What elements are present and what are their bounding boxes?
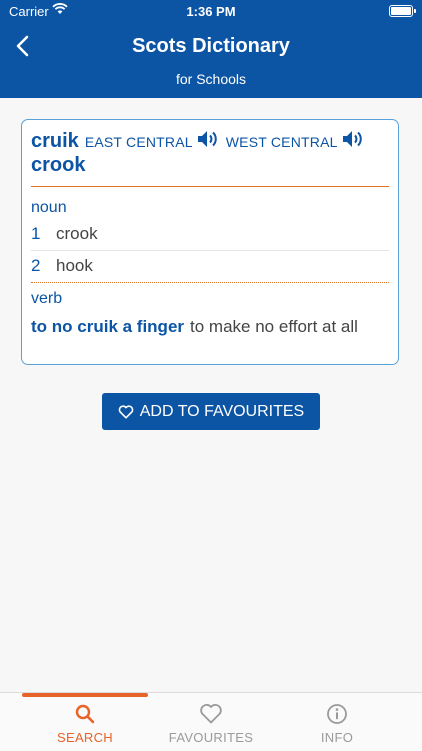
- tab-info-label: INFO: [320, 730, 354, 745]
- tab-bar: SEARCH FAVOURITES INFO: [0, 692, 422, 751]
- tab-search-label: SEARCH: [57, 730, 113, 745]
- tab-favourites[interactable]: FAVOURITES: [141, 703, 281, 745]
- app-header: Carrier 1:36 PM Scots Dictionary for Sch…: [0, 0, 422, 98]
- status-time: 1:36 PM: [186, 4, 236, 19]
- add-to-favourites-button[interactable]: ADD TO FAVOURITES: [102, 393, 320, 430]
- sense-gloss: hook: [56, 256, 93, 275]
- phrase-text: to no cruik a finger: [31, 317, 185, 336]
- active-tab-indicator: [22, 693, 148, 697]
- entry-card: cruik EAST CENTRAL WEST CENTRAL crook noun…: [21, 119, 399, 365]
- region-west-central: WEST CENTRAL: [225, 133, 338, 150]
- add-to-favourites-label: ADD TO FAVOURITES: [139, 402, 305, 420]
- page-subtitle: for Schools: [175, 71, 247, 87]
- tab-info[interactable]: INFO: [267, 703, 407, 745]
- phrase-entry: to no cruik a finger to make no effort at…: [31, 316, 389, 338]
- tab-favourites-label: FAVOURITES: [168, 730, 254, 745]
- divider: [31, 186, 389, 187]
- part-of-speech-verb: verb: [31, 290, 63, 307]
- sense-item: 1 crook: [31, 224, 389, 244]
- sense-gloss: crook: [56, 224, 98, 243]
- sense-number: 1: [31, 224, 41, 243]
- headword: cruik: [31, 130, 79, 152]
- tab-search[interactable]: SEARCH: [15, 703, 155, 745]
- status-bar: Carrier 1:36 PM: [0, 0, 422, 22]
- sense-number: 2: [31, 256, 41, 275]
- english-translation: crook: [31, 154, 86, 176]
- dotted-divider: [31, 282, 389, 283]
- phrase-meaning: to make no effort at all: [190, 317, 358, 336]
- battery-icon: [389, 5, 416, 17]
- heart-icon: [200, 704, 222, 724]
- divider: [31, 250, 389, 251]
- entry-headline: cruik EAST CENTRAL WEST CENTRAL: [31, 129, 365, 154]
- part-of-speech-noun: noun: [31, 199, 67, 216]
- heart-icon: [118, 404, 134, 419]
- search-icon: [75, 704, 95, 724]
- region-east-central: EAST CENTRAL: [84, 133, 193, 150]
- speaker-icon[interactable]: [341, 129, 365, 154]
- info-icon: [327, 704, 347, 724]
- page-title: Scots Dictionary: [132, 35, 290, 57]
- speaker-icon[interactable]: [196, 129, 220, 154]
- sense-item: 2 hook: [31, 256, 389, 276]
